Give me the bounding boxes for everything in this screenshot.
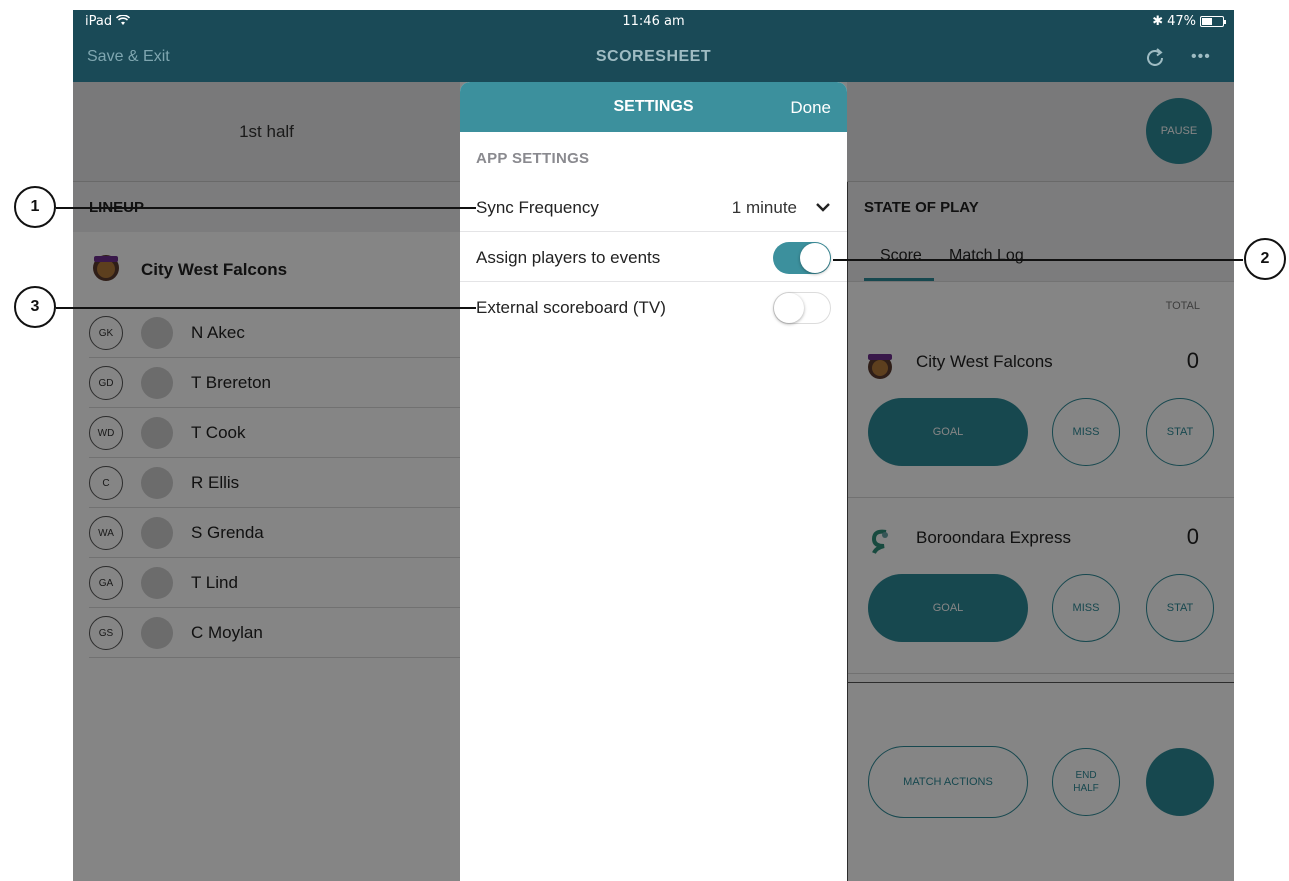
more-icon[interactable]: ••• xyxy=(1191,48,1211,66)
assign-players-toggle[interactable] xyxy=(773,242,831,274)
sync-frequency-label: Sync Frequency xyxy=(476,198,599,217)
callout-marker: 1 xyxy=(14,186,56,228)
settings-modal: SETTINGS Done APP SETTINGS Sync Frequenc… xyxy=(460,82,847,881)
sync-frequency-value: 1 minute xyxy=(731,198,797,217)
toggle-knob xyxy=(774,293,804,323)
settings-header: SETTINGS Done xyxy=(460,82,847,132)
nav-bar: Save & Exit SCORESHEET ••• xyxy=(73,34,1234,82)
app-settings-section-label: APP SETTINGS xyxy=(476,150,590,167)
callout-marker: 3 xyxy=(14,286,56,328)
refresh-icon[interactable] xyxy=(1143,46,1167,70)
status-right: ✱ 47% xyxy=(1152,14,1226,29)
external-scoreboard-toggle[interactable] xyxy=(773,292,831,324)
page-title: SCORESHEET xyxy=(595,48,712,65)
callout-marker: 2 xyxy=(1244,238,1286,280)
battery-icon xyxy=(1200,16,1226,27)
screenshot-stage: iPad 11:46 am ✱ 47% Save & Exit SCORESHE… xyxy=(0,0,1289,881)
callout-line xyxy=(56,307,476,309)
external-scoreboard-row: External scoreboard (TV) xyxy=(460,282,847,332)
done-button[interactable]: Done xyxy=(790,98,831,118)
callout-line xyxy=(56,207,476,209)
battery-percent: 47% xyxy=(1167,14,1196,29)
external-scoreboard-label: External scoreboard (TV) xyxy=(476,298,666,317)
clock: 11:46 am xyxy=(622,14,685,29)
bluetooth-icon: ✱ xyxy=(1152,14,1164,29)
settings-title: SETTINGS xyxy=(613,98,694,115)
assign-players-label: Assign players to events xyxy=(476,248,661,267)
chevron-down-icon[interactable] xyxy=(815,199,831,215)
ipad-screen: iPad 11:46 am ✱ 47% Save & Exit SCORESHE… xyxy=(73,10,1234,881)
status-bar: iPad 11:46 am ✱ 47% xyxy=(73,10,1234,34)
toggle-knob xyxy=(800,243,830,273)
assign-players-row: Assign players to events xyxy=(460,232,847,282)
sync-frequency-row[interactable]: Sync Frequency 1 minute xyxy=(460,182,847,232)
callout-line xyxy=(833,259,1243,261)
